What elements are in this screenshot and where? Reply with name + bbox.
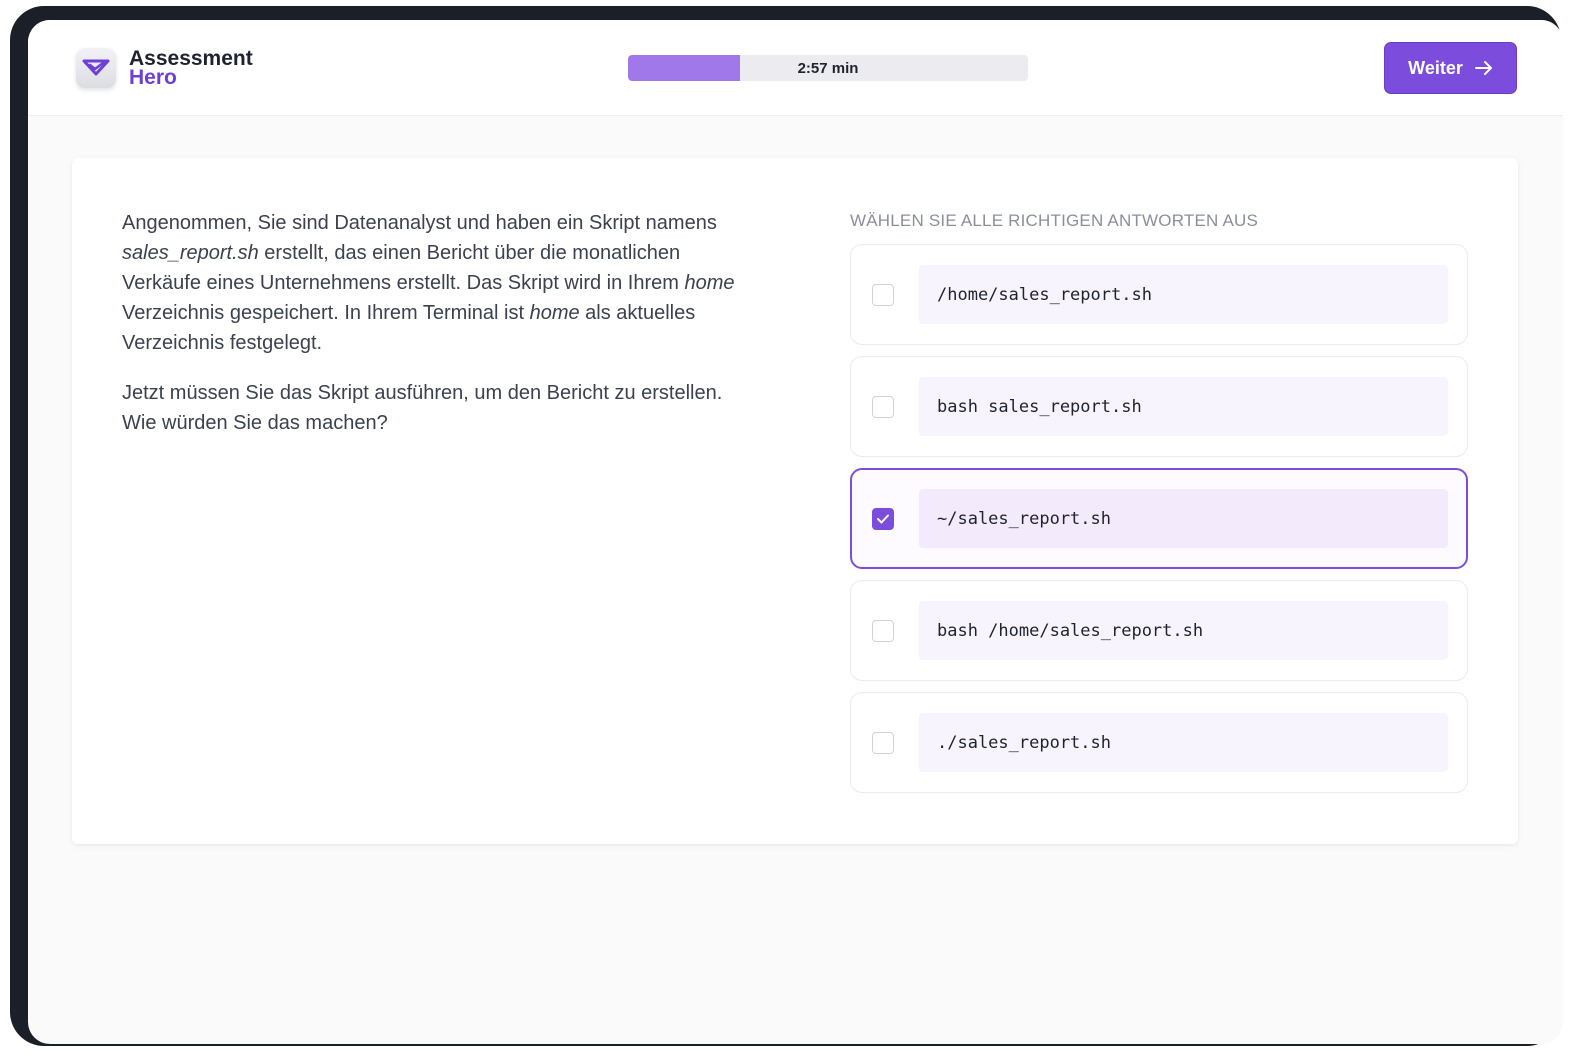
answer-option[interactable]: bash sales_report.sh xyxy=(850,356,1468,457)
answer-list: WÄHLEN SIE ALLE RICHTIGEN ANTWORTEN AUS … xyxy=(850,208,1468,804)
header: Assessment Hero 2:57 min Weiter xyxy=(28,20,1563,116)
answer-option[interactable]: /home/sales_report.sh xyxy=(850,244,1468,345)
arrow-right-icon xyxy=(1474,61,1492,75)
answer-checkbox[interactable] xyxy=(872,620,894,642)
logo-line-2: Hero xyxy=(129,66,177,89)
question-paragraph-2: Jetzt müssen Sie das Skript ausführen, u… xyxy=(122,382,723,434)
question-card: Angenommen, Sie sind Datenanalyst und ha… xyxy=(72,158,1518,844)
answer-code: /home/sales_report.sh xyxy=(919,265,1448,324)
answer-checkbox[interactable] xyxy=(872,396,894,418)
next-button-label: Weiter xyxy=(1408,57,1463,78)
answer-checkbox[interactable] xyxy=(872,732,894,754)
question-text: Angenommen, Sie sind Datenanalyst und ha… xyxy=(122,208,752,458)
answer-option[interactable]: ./sales_report.sh xyxy=(850,692,1468,793)
logo: Assessment Hero xyxy=(76,44,253,92)
answer-code: ./sales_report.sh xyxy=(919,713,1448,772)
app-screen: Assessment Hero 2:57 min Weiter Angenomm… xyxy=(28,20,1563,1044)
home-term: home xyxy=(529,302,580,324)
answer-option-selected[interactable]: ~/sales_report.sh xyxy=(850,468,1468,569)
answer-code: ~/sales_report.sh xyxy=(919,489,1448,548)
answer-checkbox[interactable] xyxy=(872,284,894,306)
timer-label: 2:57 min xyxy=(797,59,859,77)
answer-instruction: WÄHLEN SIE ALLE RICHTIGEN ANTWORTEN AUS xyxy=(850,211,1259,230)
logo-check-icon xyxy=(76,48,116,88)
answer-code: bash sales_report.sh xyxy=(919,377,1448,436)
timer-progress-bar: 2:57 min xyxy=(628,55,1028,81)
answer-code: bash /home/sales_report.sh xyxy=(919,601,1448,660)
answer-checkbox-checked[interactable] xyxy=(872,508,894,530)
question-paragraph-1: Angenommen, Sie sind Datenanalyst und ha… xyxy=(122,212,735,354)
script-name: sales_report.sh xyxy=(122,242,259,264)
device-frame: Assessment Hero 2:57 min Weiter Angenomm… xyxy=(10,6,1563,1046)
next-button[interactable]: Weiter xyxy=(1384,42,1517,94)
checkmark-icon xyxy=(877,514,889,524)
logo-text: Assessment Hero xyxy=(129,48,253,89)
home-term: home xyxy=(684,272,735,294)
answer-option[interactable]: bash /home/sales_report.sh xyxy=(850,580,1468,681)
